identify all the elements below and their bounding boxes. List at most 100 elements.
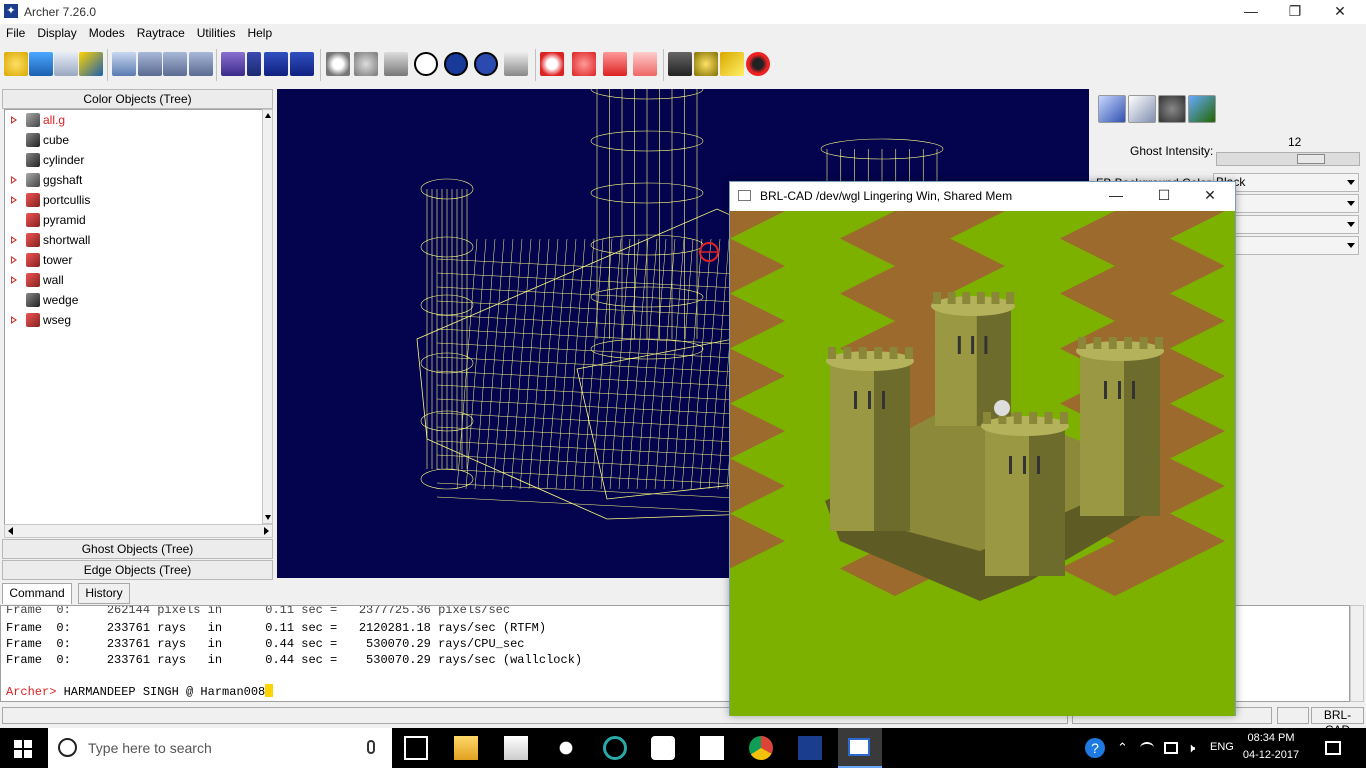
window-icon[interactable] [264, 52, 288, 76]
tree-item-portcullis[interactable]: portcullis [5, 190, 263, 210]
minimize-icon[interactable]: — [1094, 184, 1138, 208]
battery-icon[interactable] [1164, 742, 1178, 754]
tab-history[interactable]: History [78, 583, 130, 604]
volume-icon[interactable]: 🕨 [1187, 740, 1195, 756]
store-icon[interactable] [504, 736, 528, 760]
scale-obj-icon[interactable] [603, 52, 627, 76]
scroll-right-icon[interactable] [264, 527, 269, 535]
archer-app-icon[interactable]: ✦ [4, 4, 18, 18]
tree-item-wedge[interactable]: wedge [5, 290, 263, 310]
measure-icon[interactable] [504, 52, 528, 76]
tabs-icon[interactable] [290, 52, 314, 76]
command-prompt[interactable]: Archer> HARMANDEEP SINGH @ Harman008 [6, 684, 274, 700]
tree-item-all-g[interactable]: all.g [5, 110, 263, 130]
scroll-left-icon[interactable] [8, 527, 13, 535]
rotate-obj-icon[interactable] [540, 52, 564, 76]
dropbox-icon[interactable] [554, 736, 578, 760]
scroll-down-icon[interactable] [265, 515, 271, 520]
expand-arrow-icon[interactable] [11, 176, 17, 184]
slider-thumb[interactable] [1297, 154, 1325, 164]
tree-item-shortwall[interactable]: shortwall [5, 230, 263, 250]
camera-app-icon[interactable] [651, 736, 675, 760]
chevron-up-icon[interactable]: ⌃ [1117, 740, 1128, 756]
menu-display[interactable]: Display [31, 24, 82, 43]
rotate-view-icon[interactable] [326, 52, 350, 76]
abort-icon[interactable] [746, 52, 770, 76]
camera-icon[interactable] [668, 52, 692, 76]
new-db-icon[interactable] [4, 52, 28, 76]
raytrace3-icon[interactable] [189, 52, 213, 76]
expand-arrow-icon[interactable] [11, 116, 17, 124]
close-icon[interactable]: ✕ [1317, 0, 1363, 24]
maximize-icon[interactable]: ❐ [1272, 0, 1318, 24]
minimize-icon[interactable]: — [1228, 0, 1274, 24]
expand-arrow-icon[interactable] [11, 316, 17, 324]
edge-objects-header[interactable]: Edge Objects (Tree) [2, 560, 273, 580]
file-explorer-icon[interactable] [454, 736, 478, 760]
expand-arrow-icon[interactable] [11, 196, 17, 204]
menu-modes[interactable]: Modes [83, 24, 131, 43]
pencil-icon[interactable] [1098, 95, 1126, 123]
microphone-icon[interactable] [367, 740, 375, 754]
tree-horizontal-scrollbar[interactable] [4, 524, 273, 538]
windows-start-icon[interactable] [14, 740, 32, 758]
close-icon[interactable]: ✕ [1188, 184, 1232, 208]
tree-item-pyramid[interactable]: pyramid [5, 210, 263, 230]
raytrace-window[interactable]: BRL-CAD /dev/wgl Lingering Win, Shared M… [729, 181, 1236, 716]
help-icon[interactable]: ? [1085, 738, 1105, 758]
ghost-objects-header[interactable]: Ghost Objects (Tree) [2, 539, 273, 559]
menu-utilities[interactable]: Utilities [191, 24, 242, 43]
tree-item-ggshaft[interactable]: ggshaft [5, 170, 263, 190]
tree-item-cylinder[interactable]: cylinder [5, 150, 263, 170]
menu-help[interactable]: Help [241, 24, 278, 43]
film-icon[interactable] [694, 52, 718, 76]
translate-view-icon[interactable] [354, 52, 378, 76]
wrench-icon[interactable] [79, 52, 103, 76]
expand-arrow-icon[interactable] [11, 236, 17, 244]
ghost-intensity-slider[interactable] [1216, 152, 1360, 166]
clock-time[interactable]: 08:34 PM [1246, 732, 1296, 744]
edit-icon[interactable] [112, 52, 136, 76]
color-objects-header[interactable]: Color Objects (Tree) [2, 89, 273, 109]
tree-item-cube[interactable]: cube [5, 130, 263, 150]
gear-icon[interactable] [1158, 95, 1186, 123]
clock-date[interactable]: 04-12-2017 [1238, 749, 1304, 761]
active-app-button[interactable] [838, 728, 882, 768]
translate-obj-icon[interactable] [572, 52, 596, 76]
action-center-icon[interactable] [1325, 741, 1341, 755]
task-view-icon[interactable] [404, 736, 428, 760]
arduino-icon[interactable] [603, 736, 627, 760]
network-icon[interactable] [1140, 742, 1154, 754]
command-input[interactable]: HARMANDEEP SINGH @ Harman008 [64, 685, 266, 699]
maximize-icon[interactable]: ☐ [1142, 184, 1186, 208]
chrome-icon[interactable] [749, 736, 773, 760]
map-icon[interactable] [1188, 95, 1216, 123]
archer-icon[interactable] [798, 736, 822, 760]
raytrace2-icon[interactable] [163, 52, 187, 76]
menu-file[interactable]: File [0, 24, 31, 43]
cube-view-icon[interactable] [474, 52, 498, 76]
mail-icon[interactable] [700, 736, 724, 760]
globe-icon[interactable] [444, 52, 468, 76]
console-scrollbar[interactable] [1350, 605, 1364, 702]
menu-raytrace[interactable]: Raytrace [131, 24, 191, 43]
expand-arrow-icon[interactable] [11, 256, 17, 264]
tree-item-wall[interactable]: wall [5, 270, 263, 290]
open-icon[interactable] [29, 52, 53, 76]
scale-view-icon[interactable] [384, 52, 408, 76]
center-icon[interactable] [414, 52, 438, 76]
tree-vertical-scrollbar[interactable] [262, 109, 273, 524]
tree-item-tower[interactable]: tower [5, 250, 263, 270]
tree-item-wseg[interactable]: wseg [5, 310, 263, 330]
raytrace-icon[interactable] [138, 52, 162, 76]
taskbar-search[interactable]: Type here to search [48, 728, 392, 768]
scroll-up-icon[interactable] [265, 113, 271, 118]
dropdown-icon[interactable] [247, 52, 261, 76]
center-obj-icon[interactable] [633, 52, 657, 76]
save-icon[interactable] [54, 52, 78, 76]
language-indicator[interactable]: ENG [1210, 741, 1234, 753]
wizard-icon[interactable] [221, 52, 245, 76]
expand-arrow-icon[interactable] [11, 276, 17, 284]
text-icon[interactable] [1128, 95, 1156, 123]
tab-command[interactable]: Command [2, 583, 72, 604]
